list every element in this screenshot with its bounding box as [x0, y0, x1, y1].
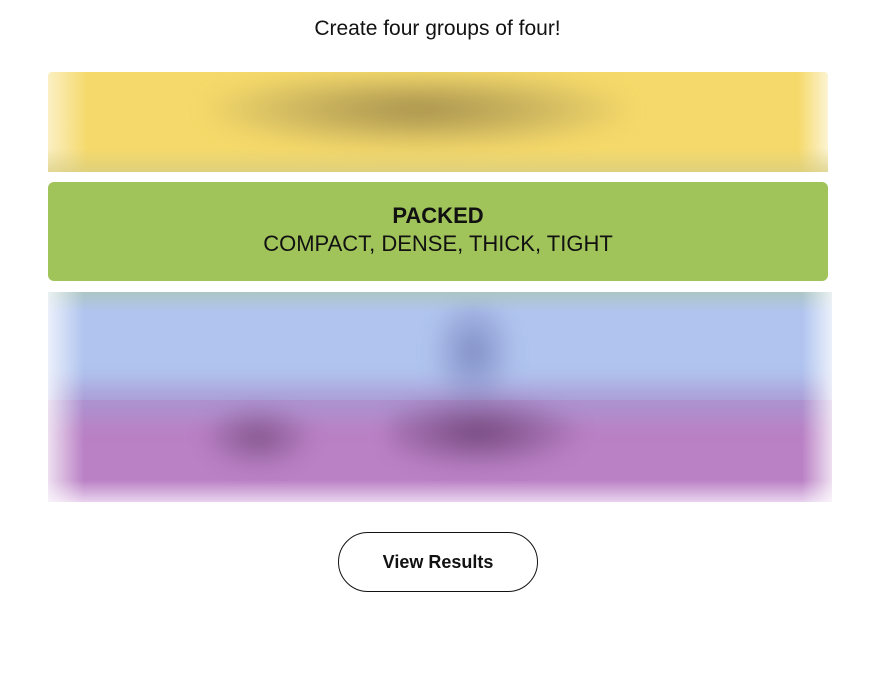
group-card-yellow-obscured	[48, 72, 828, 172]
blur-edge	[48, 292, 832, 312]
group-member-words: COMPACT, DENSE, THICK, TIGHT	[263, 231, 613, 256]
blur-edge	[802, 292, 832, 502]
obscured-content	[388, 392, 588, 472]
blur-edge	[48, 292, 84, 502]
group-card-green-solved: PACKED COMPACT, DENSE, THICK, TIGHT	[48, 182, 828, 281]
view-results-button[interactable]: View Results	[338, 532, 538, 592]
obscured-content	[208, 78, 628, 148]
obscured-content	[198, 402, 318, 472]
blur-edge	[48, 480, 832, 502]
group-cards-blue-purple-obscured	[48, 292, 832, 502]
blur-edge	[48, 148, 828, 172]
group-category-title: PACKED	[392, 203, 484, 228]
game-instructions: Create four groups of four!	[314, 17, 561, 40]
